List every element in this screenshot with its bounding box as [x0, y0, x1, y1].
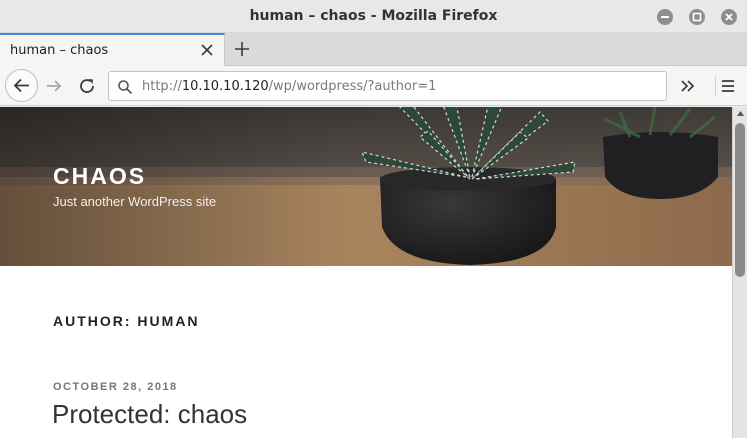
site-title[interactable]: CHAOS	[53, 163, 146, 190]
url-prefix: http://	[142, 79, 182, 94]
maximize-icon	[692, 12, 702, 22]
close-icon	[725, 13, 733, 21]
minimize-button[interactable]	[657, 9, 673, 25]
title-bar: human – chaos - Mozilla Firefox	[0, 0, 747, 33]
scrollbar-thumb[interactable]	[735, 123, 745, 277]
post-date[interactable]: OCTOBER 28, 2018	[53, 381, 178, 393]
browser-window: human – chaos - Mozilla Firefox human – …	[0, 0, 747, 438]
maximize-button[interactable]	[689, 9, 705, 25]
scroll-up-arrow-icon[interactable]	[736, 109, 745, 118]
menu-button[interactable]	[715, 76, 737, 96]
close-tab-icon[interactable]	[200, 43, 214, 57]
site-description: Just another WordPress site	[53, 194, 217, 209]
tab-title: human – chaos	[10, 43, 109, 58]
forward-arrow-icon[interactable]	[44, 76, 64, 96]
window-title: human – chaos - Mozilla Firefox	[249, 8, 498, 24]
search-icon	[118, 80, 133, 95]
hamburger-menu-icon	[722, 80, 734, 92]
back-button[interactable]	[5, 69, 38, 102]
overflow-chevrons-icon[interactable]	[678, 76, 698, 96]
tab-strip: human – chaos	[0, 33, 747, 66]
close-window-button[interactable]	[721, 9, 737, 25]
reload-icon[interactable]	[77, 76, 97, 96]
navigation-toolbar: http://10.10.10.120/wp/wordpress/?author…	[0, 66, 747, 106]
minimize-icon	[661, 16, 669, 18]
new-tab-icon[interactable]	[233, 40, 251, 58]
page-content: CHAOS Just another WordPress site AUTHOR…	[0, 107, 732, 438]
url-path: /wp/wordpress/?author=1	[268, 79, 437, 94]
page-scrollbar[interactable]	[732, 107, 747, 438]
archive-title: AUTHOR: HUMAN	[53, 313, 200, 329]
header-image: CHAOS Just another WordPress site	[0, 107, 732, 266]
post-title[interactable]: Protected: chaos	[52, 399, 247, 430]
url-text: http://10.10.10.120/wp/wordpress/?author…	[142, 79, 436, 94]
back-arrow-icon	[13, 78, 29, 93]
url-bar[interactable]: http://10.10.10.120/wp/wordpress/?author…	[108, 71, 667, 101]
tab-active[interactable]: human – chaos	[0, 33, 225, 66]
url-host: 10.10.10.120	[181, 79, 269, 94]
